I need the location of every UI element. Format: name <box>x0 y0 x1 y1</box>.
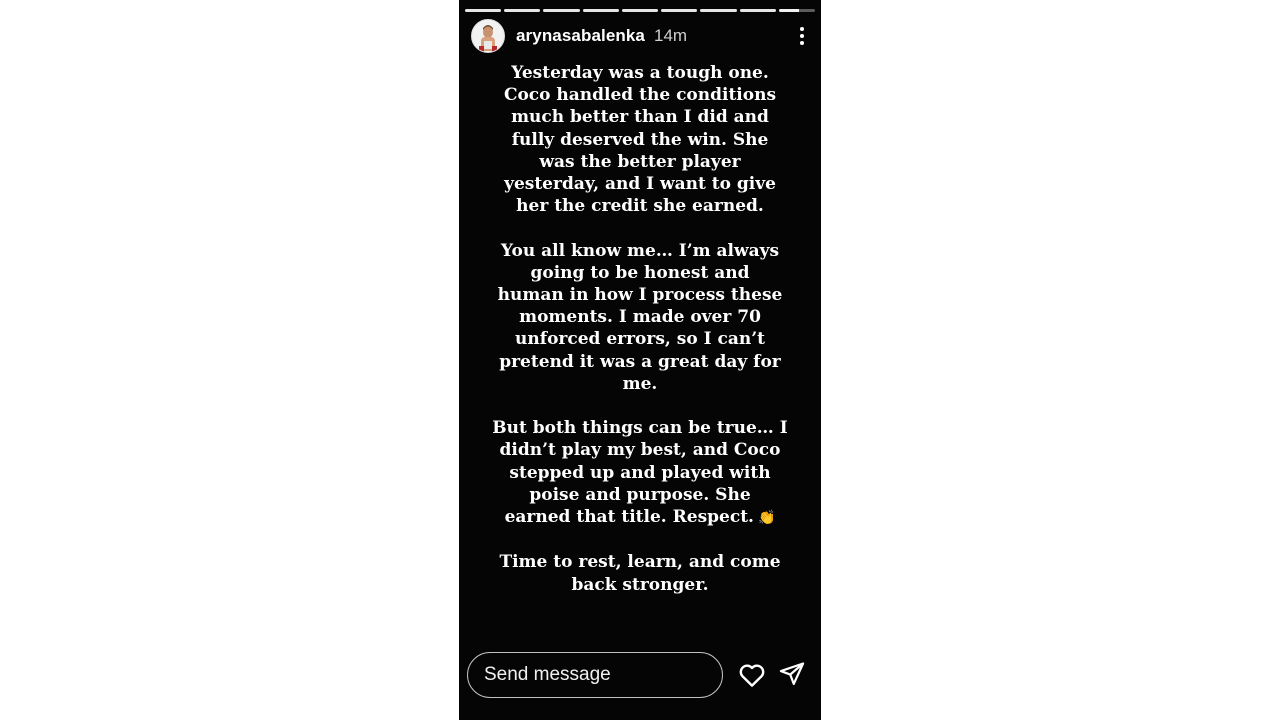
paragraph-3-text: But both things can be true… I didn’t pl… <box>492 418 788 528</box>
progress-segment <box>582 9 619 12</box>
username[interactable]: arynasabalenka <box>516 26 645 46</box>
progress-segment <box>543 9 580 12</box>
send-message-input[interactable] <box>467 652 723 698</box>
send-icon[interactable] <box>778 660 808 690</box>
story-header: arynasabalenka 14m <box>471 19 811 53</box>
paragraph-1: Yesterday was a tough one. Coco handled … <box>503 63 777 217</box>
progress-segment <box>621 9 659 12</box>
progress-bar <box>465 9 815 12</box>
progress-segment <box>504 9 541 12</box>
paragraph-2: You all know me… I’m always going to be … <box>497 240 783 394</box>
clapping-hands-icon: 👏 <box>757 510 776 527</box>
progress-segment <box>465 9 502 12</box>
more-icon[interactable] <box>793 24 811 48</box>
story-footer <box>459 644 821 720</box>
paragraph-3: But both things can be true… I didn’t pl… <box>483 417 797 529</box>
story-text: Yesterday was a tough one. Coco handled … <box>483 62 797 618</box>
timestamp: 14m <box>653 26 688 45</box>
paragraph-4: Time to rest, learn, and come back stron… <box>499 552 781 595</box>
avatar[interactable] <box>471 19 505 53</box>
profile-photo-icon <box>479 25 497 52</box>
progress-segment <box>739 9 776 12</box>
progress-segment-current <box>778 9 815 12</box>
heart-icon[interactable] <box>737 660 767 690</box>
story-viewer: arynasabalenka 14m Yesterday was a tough… <box>459 0 821 720</box>
progress-segment <box>661 9 698 12</box>
progress-segment <box>700 9 737 12</box>
